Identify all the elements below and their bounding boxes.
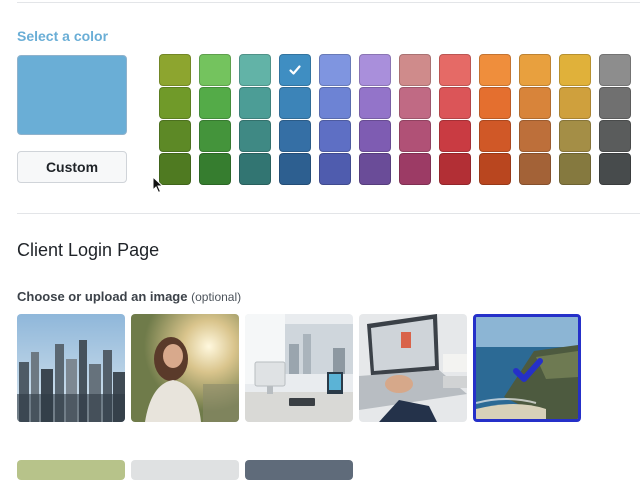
color-swatch[interactable] bbox=[359, 120, 391, 152]
choose-image-label-text: Choose or upload an image bbox=[17, 289, 188, 304]
image-option-laptop-typing[interactable] bbox=[359, 314, 467, 422]
city-skyline-image bbox=[17, 314, 125, 422]
color-swatch[interactable] bbox=[519, 87, 551, 119]
color-swatch[interactable] bbox=[599, 120, 631, 152]
color-preview bbox=[17, 55, 127, 135]
select-color-label: Select a color bbox=[17, 28, 109, 44]
color-swatch[interactable] bbox=[399, 87, 431, 119]
woman-sunlight-image bbox=[131, 314, 239, 422]
color-swatch[interactable] bbox=[439, 87, 471, 119]
color-swatch[interactable] bbox=[599, 153, 631, 185]
color-swatch[interactable] bbox=[559, 87, 591, 119]
coastline-aerial-image bbox=[476, 317, 578, 419]
color-swatch[interactable] bbox=[159, 87, 191, 119]
color-swatch[interactable] bbox=[479, 54, 511, 86]
color-swatch[interactable] bbox=[559, 54, 591, 86]
color-swatch[interactable] bbox=[319, 153, 351, 185]
image-option-woman-sunlight[interactable] bbox=[131, 314, 239, 422]
color-swatch[interactable] bbox=[399, 54, 431, 86]
image-option-row2-3[interactable] bbox=[245, 460, 353, 480]
color-swatch-grid bbox=[159, 54, 631, 185]
color-swatch[interactable] bbox=[519, 54, 551, 86]
image-option-office-desk[interactable] bbox=[245, 314, 353, 422]
optional-hint: (optional) bbox=[191, 290, 242, 304]
color-swatch[interactable] bbox=[159, 54, 191, 86]
color-swatch[interactable] bbox=[319, 87, 351, 119]
top-divider bbox=[17, 2, 640, 3]
custom-color-button[interactable]: Custom bbox=[17, 151, 127, 183]
color-swatch[interactable] bbox=[399, 120, 431, 152]
color-swatch[interactable] bbox=[359, 87, 391, 119]
color-swatch[interactable] bbox=[479, 120, 511, 152]
image-option-row2-2[interactable] bbox=[131, 460, 239, 480]
color-swatch[interactable] bbox=[199, 87, 231, 119]
color-swatch[interactable] bbox=[359, 54, 391, 86]
image-option-city-skyline[interactable] bbox=[17, 314, 125, 422]
check-icon bbox=[280, 55, 310, 85]
color-swatch[interactable] bbox=[239, 153, 271, 185]
section-divider bbox=[17, 213, 640, 214]
image-option-coastline-aerial[interactable] bbox=[473, 314, 581, 422]
color-swatch[interactable] bbox=[439, 54, 471, 86]
image-option-row2-1[interactable] bbox=[17, 460, 125, 480]
choose-image-label: Choose or upload an image (optional) bbox=[17, 289, 241, 304]
color-swatch[interactable] bbox=[319, 54, 351, 86]
color-swatch[interactable] bbox=[519, 153, 551, 185]
office-desk-image bbox=[245, 314, 353, 422]
color-swatch[interactable] bbox=[559, 153, 591, 185]
color-swatch[interactable] bbox=[519, 120, 551, 152]
laptop-typing-image bbox=[359, 314, 467, 422]
color-swatch[interactable] bbox=[239, 87, 271, 119]
mouse-cursor-icon bbox=[152, 176, 164, 194]
color-swatch[interactable] bbox=[199, 54, 231, 86]
color-swatch[interactable] bbox=[279, 120, 311, 152]
color-swatch[interactable] bbox=[479, 87, 511, 119]
color-swatch[interactable] bbox=[199, 120, 231, 152]
color-swatch[interactable] bbox=[439, 153, 471, 185]
color-swatch[interactable] bbox=[479, 153, 511, 185]
color-swatch[interactable] bbox=[559, 120, 591, 152]
color-swatch[interactable] bbox=[599, 54, 631, 86]
color-swatch[interactable] bbox=[159, 120, 191, 152]
color-swatch[interactable] bbox=[359, 153, 391, 185]
color-swatch[interactable] bbox=[239, 120, 271, 152]
color-swatch[interactable] bbox=[439, 120, 471, 152]
color-swatch[interactable] bbox=[319, 120, 351, 152]
color-swatch[interactable] bbox=[279, 153, 311, 185]
color-swatch[interactable] bbox=[599, 87, 631, 119]
color-swatch[interactable] bbox=[239, 54, 271, 86]
color-swatch[interactable] bbox=[279, 54, 311, 86]
color-swatch[interactable] bbox=[399, 153, 431, 185]
client-login-page-title: Client Login Page bbox=[17, 240, 160, 260]
color-swatch[interactable] bbox=[199, 153, 231, 185]
color-swatch[interactable] bbox=[279, 87, 311, 119]
